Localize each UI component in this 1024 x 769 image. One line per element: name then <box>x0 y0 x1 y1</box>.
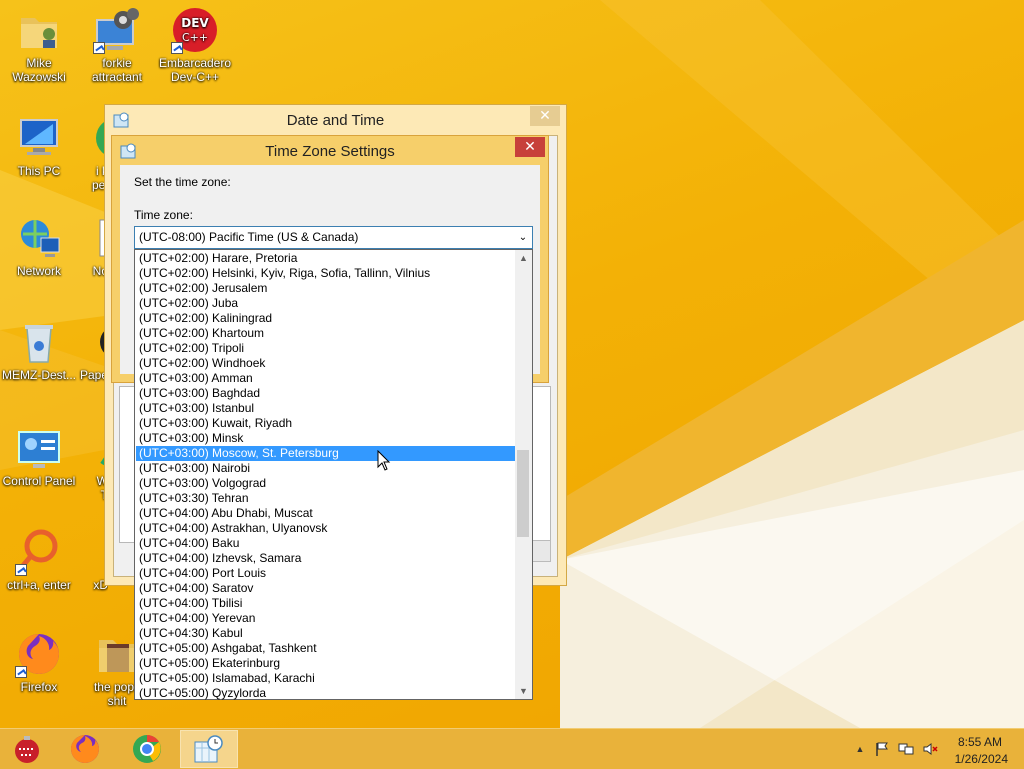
desktop-icon-label: MEMZ-Dest... <box>2 368 76 382</box>
desktop-icon-label: forkie attractant <box>91 56 143 84</box>
time-zone-option[interactable]: (UTC+03:00) Istanbul <box>136 401 516 416</box>
time-zone-settings-title: Time Zone Settings <box>265 143 395 160</box>
time-zone-option[interactable]: (UTC+03:00) Nairobi <box>136 461 516 476</box>
desktop-icon-label: ctrl+a, enter <box>7 578 71 592</box>
scrollbar-thumb[interactable] <box>517 450 529 537</box>
desktop-icon-this-pc[interactable]: This PC <box>0 114 78 178</box>
date-and-time-titlebar[interactable]: Date and Time ✕ <box>105 105 566 135</box>
mouse-cursor-icon <box>377 450 391 471</box>
flag-icon[interactable] <box>874 741 890 757</box>
time-zone-select[interactable]: (UTC-08:00) Pacific Time (US & Canada) ⌄ <box>134 226 533 249</box>
time-zone-option[interactable]: (UTC+04:00) Baku <box>136 536 516 551</box>
shortcut-arrow-icon <box>15 666 27 678</box>
time-zone-option[interactable]: (UTC+03:00) Moscow, St. Petersburg <box>136 446 516 461</box>
time-zone-option[interactable]: (UTC+04:30) Kabul <box>136 626 516 641</box>
time-zone-option[interactable]: (UTC+04:00) Yerevan <box>136 611 516 626</box>
desktop-icon-embarcadero-devcpp[interactable]: DEV C++ Embarcadero Dev-C++ <box>156 6 234 84</box>
time-zone-option[interactable]: (UTC+02:00) Helsinki, Kyiv, Riga, Sofia,… <box>136 266 516 281</box>
desktop-icon-network[interactable]: Network <box>0 214 78 278</box>
chevron-down-icon[interactable]: ⌄ <box>518 227 528 248</box>
time-zone-option[interactable]: (UTC+03:00) Baghdad <box>136 386 516 401</box>
time-zone-option[interactable]: (UTC+02:00) Tripoli <box>136 341 516 356</box>
recycle-bin-icon <box>15 318 63 366</box>
desktop-icon-firefox[interactable]: Firefox <box>0 630 78 694</box>
date-and-time-title: Date and Time <box>286 112 385 129</box>
svg-text:DEV: DEV <box>181 16 209 30</box>
computer-icon <box>15 114 63 162</box>
speaker-muted-icon[interactable] <box>922 741 938 757</box>
time-zone-option[interactable]: (UTC+04:00) Abu Dhabi, Muscat <box>136 506 516 521</box>
desktop-icon-forkie-attractant[interactable]: forkie attractant <box>78 6 156 84</box>
scroll-up-arrow-icon[interactable]: ▲ <box>515 250 532 266</box>
shortcut-arrow-icon <box>171 42 183 54</box>
time-zone-label: Time zone: <box>134 208 193 222</box>
firefox-icon <box>71 735 99 763</box>
firefox-icon <box>15 630 63 678</box>
date-and-time-close-button[interactable]: ✕ <box>530 106 560 126</box>
desktop-icon-label: Embarcadero Dev-C++ <box>158 56 232 84</box>
desktop-icon-ctrl-a-enter[interactable]: ctrl+a, enter <box>0 528 78 592</box>
taskbar: ▲ 8:55 AM 1/26/2024 <box>0 728 1024 769</box>
time-zone-option[interactable]: (UTC+05:00) Ashgabat, Tashkent <box>136 641 516 656</box>
desktop-icon-label: This PC <box>17 164 61 178</box>
dropdown-scrollbar[interactable]: ▲ ▼ <box>515 250 532 699</box>
chrome-icon <box>133 735 161 763</box>
taskbar-ornament-button[interactable] <box>0 730 54 768</box>
time-zone-dropdown-list[interactable]: (UTC+02:00) Harare, Pretoria (UTC+02:00) … <box>134 249 533 700</box>
time-zone-option[interactable]: (UTC+02:00) Khartoum <box>136 326 516 341</box>
time-zone-option[interactable]: (UTC+04:00) Astrakhan, Ulyanovsk <box>136 521 516 536</box>
chevron-up-icon[interactable]: ▲ <box>852 741 868 757</box>
time-zone-option[interactable]: (UTC+03:00) Kuwait, Riyadh <box>136 416 516 431</box>
desktop-icon-label: Control Panel <box>2 474 76 488</box>
devcpp-icon: DEV C++ <box>171 6 219 54</box>
svg-text:C++: C++ <box>182 31 208 44</box>
magnifier-icon <box>15 528 63 576</box>
date-time-icon <box>194 735 223 763</box>
ornament-icon <box>15 736 39 763</box>
taskbar-date-time-button[interactable] <box>180 730 238 768</box>
time-zone-option[interactable]: (UTC+05:00) Ekaterinburg <box>136 656 516 671</box>
time-zone-option[interactable]: (UTC+03:30) Tehran <box>136 491 516 506</box>
network-icon <box>15 214 63 262</box>
time-zone-option[interactable]: (UTC+05:00) Islamabad, Karachi <box>136 671 516 686</box>
time-zone-option[interactable]: (UTC+03:00) Volgograd <box>136 476 516 491</box>
desktop-icon-label: Mike Wazowski <box>12 56 66 84</box>
time-zone-option[interactable]: (UTC+03:00) Amman <box>136 371 516 386</box>
settings-pc-icon <box>93 6 141 54</box>
clock-time[interactable]: 8:55 AM <box>958 735 1002 749</box>
shortcut-arrow-icon <box>93 42 105 54</box>
time-zone-option[interactable]: (UTC+02:00) Kaliningrad <box>136 311 516 326</box>
date-and-time-button[interactable] <box>531 540 551 562</box>
desktop-icon-label: Network <box>16 264 61 278</box>
desktop-icon-control-panel[interactable]: Control Panel <box>0 424 78 488</box>
time-zone-option[interactable]: (UTC+04:00) Port Louis <box>136 566 516 581</box>
taskbar-firefox-button[interactable] <box>58 730 112 768</box>
time-zone-selected-value: (UTC-08:00) Pacific Time (US & Canada) <box>139 230 359 244</box>
desktop-icon-label: Firefox <box>20 680 58 694</box>
clock-date[interactable]: 1/26/2024 <box>955 752 1008 766</box>
set-time-zone-prompt: Set the time zone: <box>134 175 231 189</box>
time-zone-option[interactable]: (UTC+05:00) Qyzylorda <box>136 686 516 701</box>
time-zone-option[interactable]: (UTC+03:00) Minsk <box>136 431 516 446</box>
desktop-icon-mike-wazowski[interactable]: Mike Wazowski <box>0 6 78 84</box>
time-zone-option[interactable]: (UTC+04:00) Izhevsk, Samara <box>136 551 516 566</box>
time-zone-options: (UTC+02:00) Harare, Pretoria (UTC+02:00) … <box>136 251 516 701</box>
user-folder-icon <box>15 6 63 54</box>
taskbar-chrome-button[interactable] <box>120 730 174 768</box>
shortcut-arrow-icon <box>15 564 27 576</box>
scroll-down-arrow-icon[interactable]: ▼ <box>515 683 532 699</box>
time-zone-option[interactable]: (UTC+02:00) Juba <box>136 296 516 311</box>
desktop-icon-recycle-bin[interactable]: MEMZ-Dest... <box>0 318 78 382</box>
network-icon[interactable] <box>898 741 914 757</box>
time-zone-option[interactable]: (UTC+02:00) Harare, Pretoria <box>136 251 516 266</box>
time-zone-option[interactable]: (UTC+02:00) Jerusalem <box>136 281 516 296</box>
time-zone-option[interactable]: (UTC+04:00) Saratov <box>136 581 516 596</box>
time-zone-option[interactable]: (UTC+04:00) Tbilisi <box>136 596 516 611</box>
time-zone-option[interactable]: (UTC+02:00) Windhoek <box>136 356 516 371</box>
time-zone-settings-close-button[interactable]: ✕ <box>515 137 545 157</box>
control-panel-icon <box>15 424 63 472</box>
